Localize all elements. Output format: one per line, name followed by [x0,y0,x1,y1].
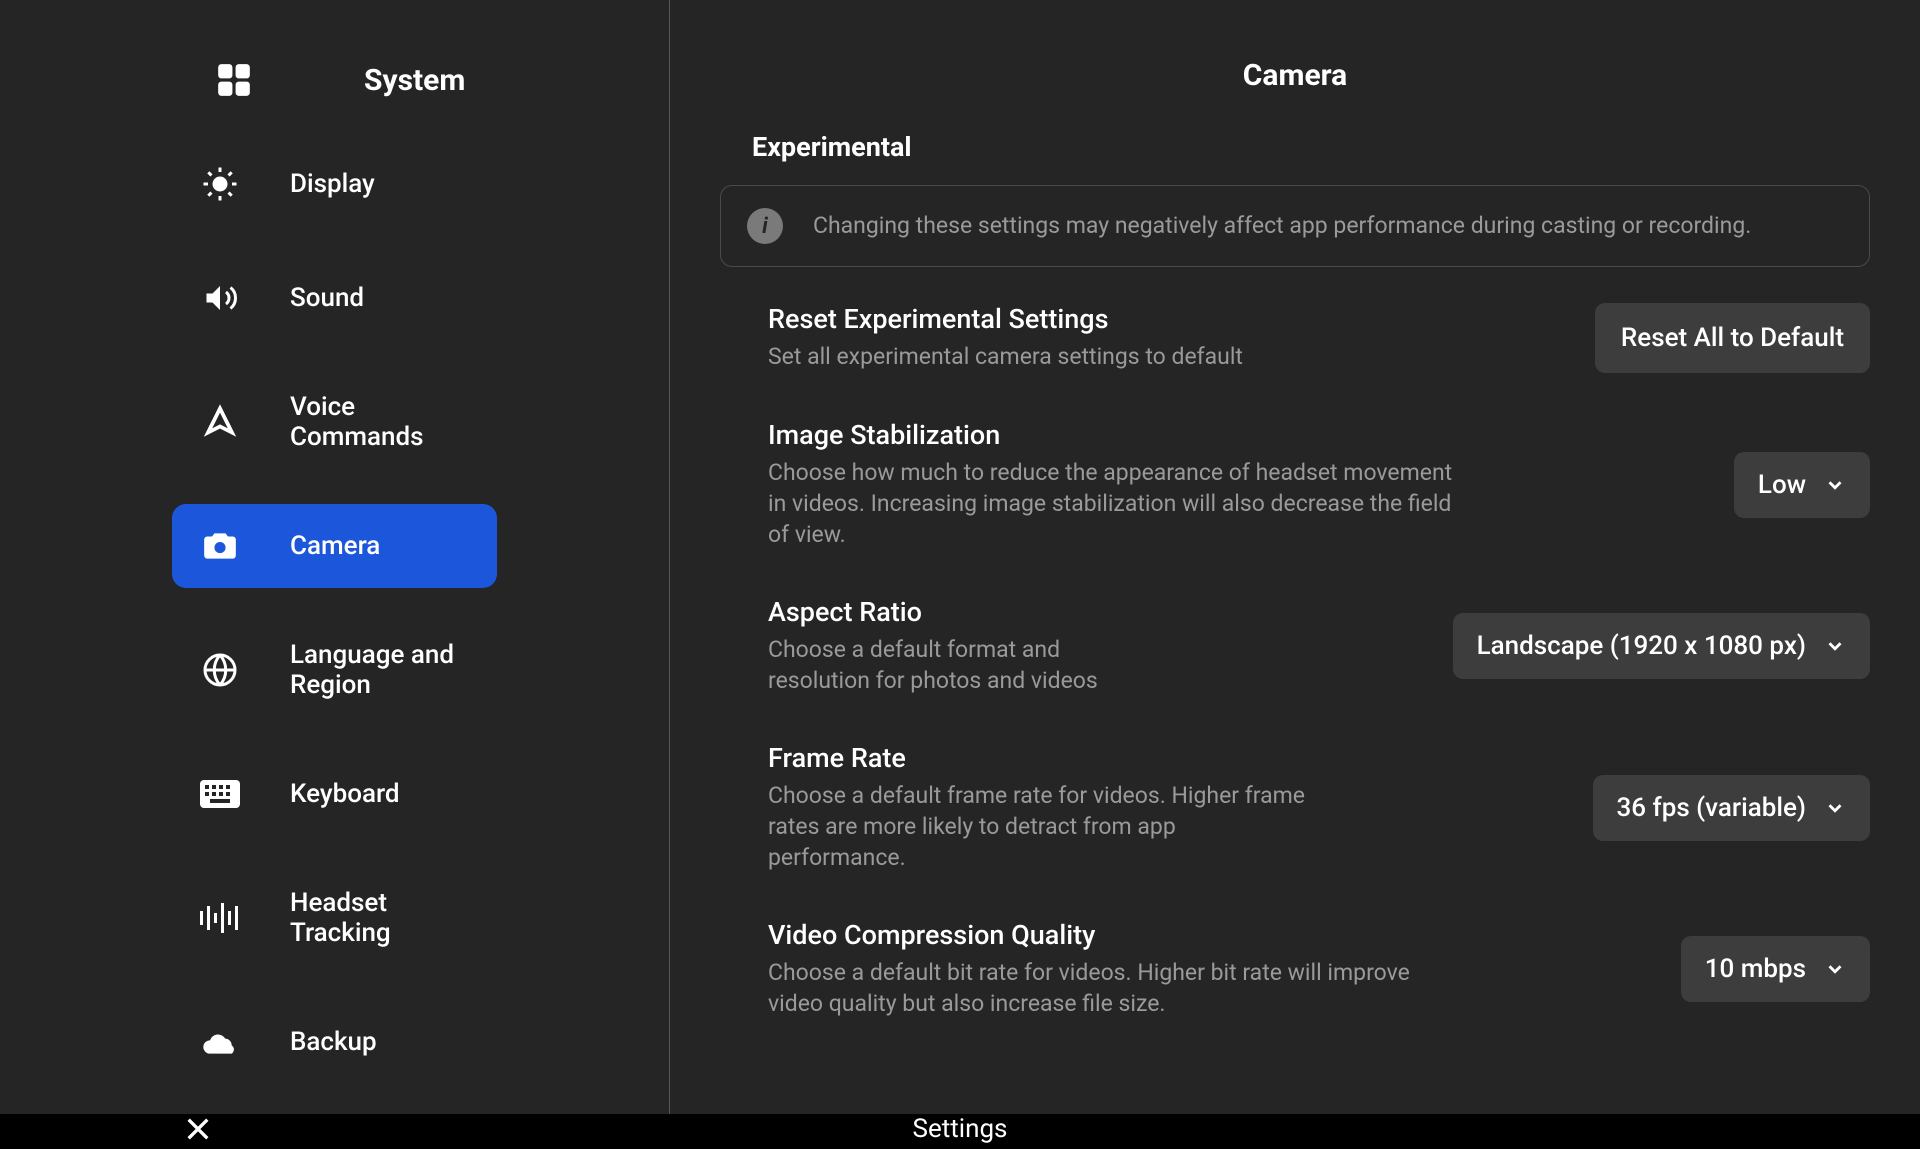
sidebar-item-label: Headset Tracking [290,888,469,948]
setting-title: Image Stabilization [768,419,1458,451]
dropdown-value: Landscape (1920 x 1080 px) [1477,631,1806,661]
sidebar-item-sound[interactable]: Sound [172,256,497,340]
dropdown-value: Low [1758,470,1806,500]
sidebar-item-label: Sound [290,283,364,313]
info-icon: i [747,208,783,244]
sidebar-item-keyboard[interactable]: Keyboard [172,752,497,836]
camera-icon [200,526,240,566]
sidebar-header: System [0,30,669,142]
setting-stabilization: Image Stabilization Choose how much to r… [720,419,1870,596]
setting-frame-rate: Frame Rate Choose a default frame rate f… [720,742,1870,919]
page-title: Camera [720,30,1870,131]
stabilization-dropdown[interactable]: Low [1734,452,1870,518]
reset-all-button[interactable]: Reset All to Default [1595,303,1870,373]
brightness-icon [200,164,240,204]
tracking-icon [200,898,240,938]
setting-reset: Reset Experimental Settings Set all expe… [720,303,1870,419]
sidebar-item-label: Display [290,169,375,199]
sidebar-item-headset-tracking[interactable]: Headset Tracking [172,866,497,970]
dropdown-value: 10 mbps [1705,954,1806,984]
sound-icon [200,278,240,318]
setting-desc: Choose how much to reduce the appearance… [768,457,1458,550]
setting-title: Video Compression Quality [768,919,1418,951]
setting-aspect-ratio: Aspect Ratio Choose a default format and… [720,596,1870,742]
compression-dropdown[interactable]: 10 mbps [1681,936,1870,1002]
bottombar: Settings [0,1114,1920,1144]
voice-icon [200,402,240,442]
sidebar-item-label: Camera [290,531,380,561]
bottombar-title: Settings [913,1114,1008,1144]
grid-icon [214,60,254,100]
setting-desc: Choose a default frame rate for videos. … [768,780,1318,873]
sidebar-title: System [364,63,465,98]
setting-compression: Video Compression Quality Choose a defau… [720,919,1870,1065]
chevron-down-icon [1824,797,1846,819]
sidebar-item-backup[interactable]: Backup [172,1000,497,1084]
sidebar-item-label: Backup [290,1027,377,1057]
button-label: Reset All to Default [1621,323,1844,353]
content: Camera Experimental i Changing these set… [670,0,1920,1114]
frame-rate-dropdown[interactable]: 36 fps (variable) [1593,775,1870,841]
cloud-icon [200,1022,240,1062]
sidebar: System Display Sound [0,0,670,1114]
sidebar-item-label: Language and Region [290,640,469,700]
sidebar-item-label: Voice Commands [290,392,469,452]
setting-desc: Choose a default format and resolution f… [768,634,1158,696]
section-title: Experimental [752,131,1870,163]
info-text: Changing these settings may negatively a… [813,210,1751,241]
setting-title: Reset Experimental Settings [768,303,1565,335]
dropdown-value: 36 fps (variable) [1617,793,1806,823]
chevron-down-icon [1824,635,1846,657]
sidebar-item-language-region[interactable]: Language and Region [172,618,497,722]
sidebar-item-camera[interactable]: Camera [172,504,497,588]
close-button[interactable] [178,1109,218,1149]
aspect-ratio-dropdown[interactable]: Landscape (1920 x 1080 px) [1453,613,1870,679]
info-banner: i Changing these settings may negatively… [720,185,1870,267]
sidebar-item-voice-commands[interactable]: Voice Commands [172,370,497,474]
globe-icon [200,650,240,690]
keyboard-icon [200,774,240,814]
setting-title: Aspect Ratio [768,596,1158,628]
sidebar-item-label: Keyboard [290,779,400,809]
setting-desc: Choose a default bit rate for videos. Hi… [768,957,1418,1019]
chevron-down-icon [1824,958,1846,980]
setting-title: Frame Rate [768,742,1318,774]
sidebar-item-display[interactable]: Display [172,142,497,226]
chevron-down-icon [1824,474,1846,496]
setting-desc: Set all experimental camera settings to … [768,341,1565,372]
